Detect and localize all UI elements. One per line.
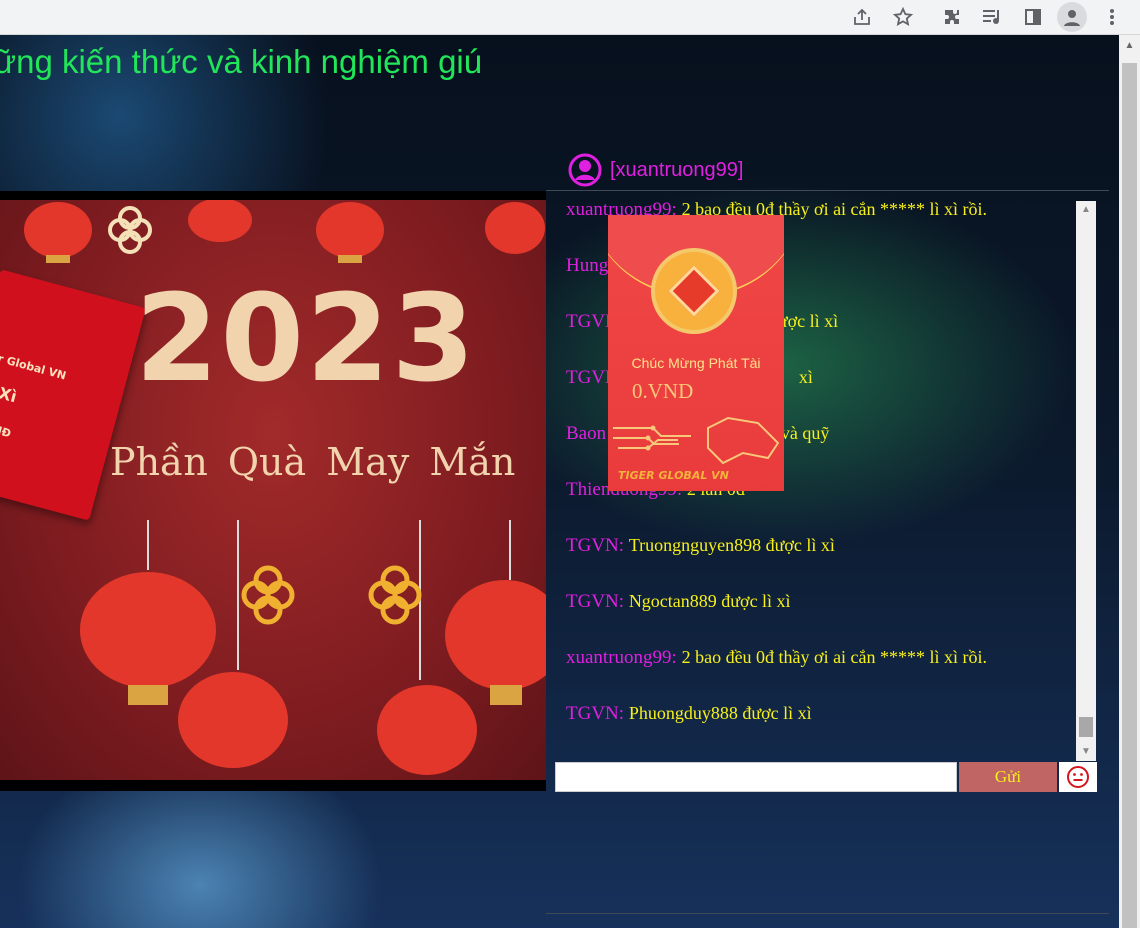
message-nick: xuantruong99: — [566, 647, 677, 668]
message-nick: Hung — [566, 255, 609, 276]
share-icon[interactable] — [845, 0, 879, 34]
diamond-icon — [668, 265, 720, 317]
message-nick: TGVN: — [566, 703, 625, 724]
envelope-brand-text: r Global VN — [0, 351, 68, 383]
message-text: Phuongduy888 được lì xì — [628, 703, 812, 723]
envelope-line2-text: VNĐ — [0, 420, 13, 441]
promo-banner: r Global VN Xì VNĐ 2023 Phần Quà May Mắn — [0, 191, 546, 791]
chat-message: TGVN: Phuongduy888 được lì xì — [566, 703, 812, 725]
chat-scrollbar-thumb[interactable] — [1079, 717, 1093, 737]
gold-coin-icon — [651, 248, 737, 334]
chat-message: Hung — [566, 255, 608, 277]
marquee-text: ững kiến thức và kinh nghiệm giú — [0, 43, 483, 80]
popup-title: Chúc Mừng Phát Tài — [631, 355, 761, 371]
smiley-icon — [1067, 766, 1089, 788]
message-text: 2 bao đều 0đ thầy ơi ai cắn ***** lì xì … — [681, 647, 988, 667]
page-content: ững kiến thức và kinh nghiệm giú r Globa… — [0, 35, 1119, 928]
red-envelope-popup[interactable]: Chúc Mừng Phát Tài 0.VND TIGER GLOBAL VN — [608, 215, 784, 491]
chat-message: TGVN: Truongnguyen898 được lì xì — [566, 535, 835, 557]
bookmark-star-icon[interactable] — [886, 0, 920, 34]
banner-year: 2023 — [135, 270, 477, 409]
message-nick: Baon — [566, 423, 607, 444]
chat-scrollbar[interactable]: ▲ ▼ — [1076, 201, 1096, 761]
top-lanterns-decoration — [24, 200, 545, 263]
current-username: [xuantruong99] — [610, 158, 744, 181]
chat-message: TGVN: Ngoctan889 được lì xì — [566, 591, 791, 613]
chat-message-input[interactable] — [555, 762, 957, 792]
scroll-down-icon[interactable]: ▼ — [1076, 743, 1096, 761]
page-scrollbar-thumb[interactable] — [1122, 63, 1137, 928]
bottom-lanterns-decoration — [80, 520, 546, 775]
marquee-banner: ững kiến thức và kinh nghiệm giú — [0, 43, 546, 83]
popup-amount: 0.VND — [632, 379, 694, 403]
emoji-button[interactable] — [1059, 762, 1097, 792]
message-text: Ngoctan889 được lì xì — [628, 591, 791, 611]
chat-current-user: [xuantruong99] — [568, 153, 743, 187]
menu-icon[interactable] — [1095, 0, 1129, 34]
message-nick: TGVN: — [566, 535, 625, 556]
envelope-line1-text: Xì — [0, 383, 19, 407]
message-nick: TGVN: — [566, 591, 625, 612]
user-avatar-icon — [568, 153, 602, 187]
side-panel-icon[interactable] — [1016, 0, 1050, 34]
banner-image: r Global VN Xì VNĐ 2023 Phần Quà May Mắn — [0, 200, 546, 780]
scroll-up-icon[interactable]: ▲ — [1076, 201, 1096, 219]
popup-brand: TIGER GLOBAL VN — [618, 469, 729, 482]
message-text: và quỹ — [780, 423, 830, 443]
chat-message: xuantruong99: 2 bao đều 0đ thầy ơi ai cắ… — [566, 647, 987, 669]
circuit-tiger-logo-icon — [613, 416, 780, 465]
message-text: Truongnguyen898 được lì xì — [628, 535, 835, 555]
send-button[interactable]: Gửi — [959, 762, 1057, 792]
footer-divider — [546, 913, 1109, 914]
message-text: xì — [798, 367, 813, 387]
browser-toolbar — [0, 0, 1140, 35]
page-scroll-up-icon[interactable]: ▲ — [1119, 35, 1140, 55]
extensions-icon[interactable] — [935, 0, 969, 34]
media-control-icon[interactable] — [975, 0, 1009, 34]
page-scrollbar[interactable]: ▲ — [1119, 35, 1140, 928]
profile-icon[interactable] — [1057, 2, 1087, 32]
banner-subtitle: Phần Quà May Mắn — [110, 440, 516, 484]
